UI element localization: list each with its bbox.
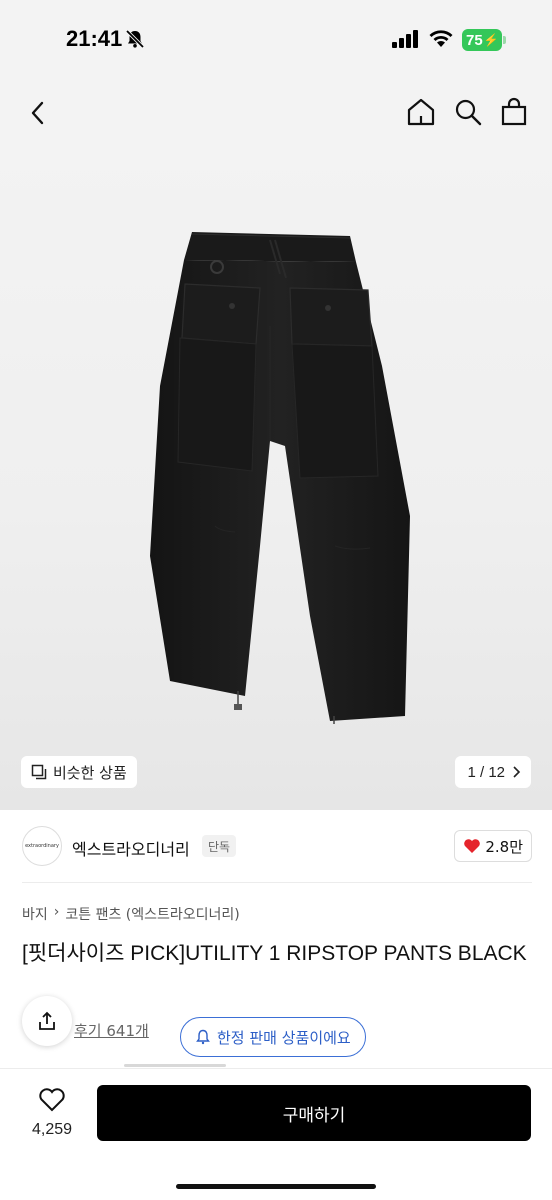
breadcrumb-item-cotton-pants[interactable]: 코튼 팬츠 (엑스트라오디너리) bbox=[65, 904, 239, 924]
wifi-icon bbox=[428, 28, 454, 52]
chevron-right-icon bbox=[513, 766, 521, 778]
share-button[interactable] bbox=[22, 996, 72, 1046]
top-navigation bbox=[0, 80, 552, 146]
wishlist-button[interactable]: 4,259 bbox=[22, 1087, 82, 1139]
breadcrumb-separator-icon: › bbox=[53, 904, 60, 920]
product-title: [핏더사이즈 PICK]UTILITY 1 RIPSTOP PANTS BLAC… bbox=[22, 942, 527, 965]
exclusive-tag: 단독 bbox=[202, 835, 237, 857]
brand-logo[interactable]: extraordinary bbox=[22, 826, 62, 866]
battery-tip bbox=[503, 36, 506, 44]
limited-sale-badge[interactable]: 한정 판매 상품이에요 bbox=[180, 1017, 366, 1057]
brand-logo-text: extraordinary bbox=[25, 843, 59, 849]
status-bar: 21:41 75 ⚡ bbox=[0, 0, 552, 80]
product-photo-pants bbox=[150, 232, 410, 724]
search-icon bbox=[455, 99, 482, 126]
limited-sale-label: 한정 판매 상품이에요 bbox=[217, 1028, 351, 1047]
image-page-indicator: 1 / 12 bbox=[467, 763, 505, 781]
divider bbox=[22, 882, 532, 883]
charging-bolt-icon: ⚡ bbox=[483, 33, 499, 47]
similar-products-icon bbox=[31, 764, 47, 780]
home-icon bbox=[407, 98, 435, 126]
battery-indicator: 75 ⚡ bbox=[462, 29, 502, 51]
bell-slash-icon bbox=[125, 29, 145, 53]
heart-filled-icon bbox=[464, 839, 481, 853]
brand-like-count: 2.8만 bbox=[485, 837, 523, 856]
back-button[interactable] bbox=[24, 98, 54, 128]
shopping-bag-icon bbox=[501, 97, 527, 126]
similar-products-button[interactable]: 비슷한 상품 bbox=[21, 756, 137, 788]
breadcrumb: 바지 › 코튼 팬츠 (엑스트라오디너리) bbox=[22, 904, 240, 924]
review-count-link[interactable]: 후기 641개 bbox=[74, 1020, 149, 1041]
breadcrumb-item-pants[interactable]: 바지 bbox=[22, 904, 48, 924]
scroll-hint-bar bbox=[124, 1064, 226, 1067]
chevron-left-icon bbox=[31, 101, 44, 125]
brand-name[interactable]: 엑스트라오디너리 bbox=[72, 836, 190, 860]
cellular-signal-icon bbox=[392, 30, 420, 52]
heart-outline-icon bbox=[39, 1088, 65, 1112]
home-indicator bbox=[176, 1184, 376, 1189]
status-time: 21:41 bbox=[66, 26, 123, 51]
similar-products-label: 비슷한 상품 bbox=[53, 763, 127, 782]
home-button[interactable] bbox=[406, 97, 436, 127]
cart-button[interactable] bbox=[499, 97, 529, 127]
bell-icon bbox=[196, 1029, 210, 1045]
bottom-action-bar: 4,259 구매하기 bbox=[0, 1068, 552, 1200]
share-icon bbox=[39, 1011, 55, 1030]
wishlist-count: 4,259 bbox=[31, 1121, 73, 1138]
product-image-gallery[interactable]: 비슷한 상품 1 / 12 bbox=[0, 146, 552, 810]
image-pager-button[interactable]: 1 / 12 bbox=[455, 756, 531, 788]
battery-level: 75 bbox=[466, 31, 483, 49]
search-button[interactable] bbox=[453, 97, 483, 127]
buy-button[interactable]: 구매하기 bbox=[97, 1085, 531, 1141]
brand-row: extraordinary 엑스트라오디너리 단독 2.8만 bbox=[22, 826, 532, 866]
brand-like-button[interactable]: 2.8만 bbox=[454, 830, 532, 862]
